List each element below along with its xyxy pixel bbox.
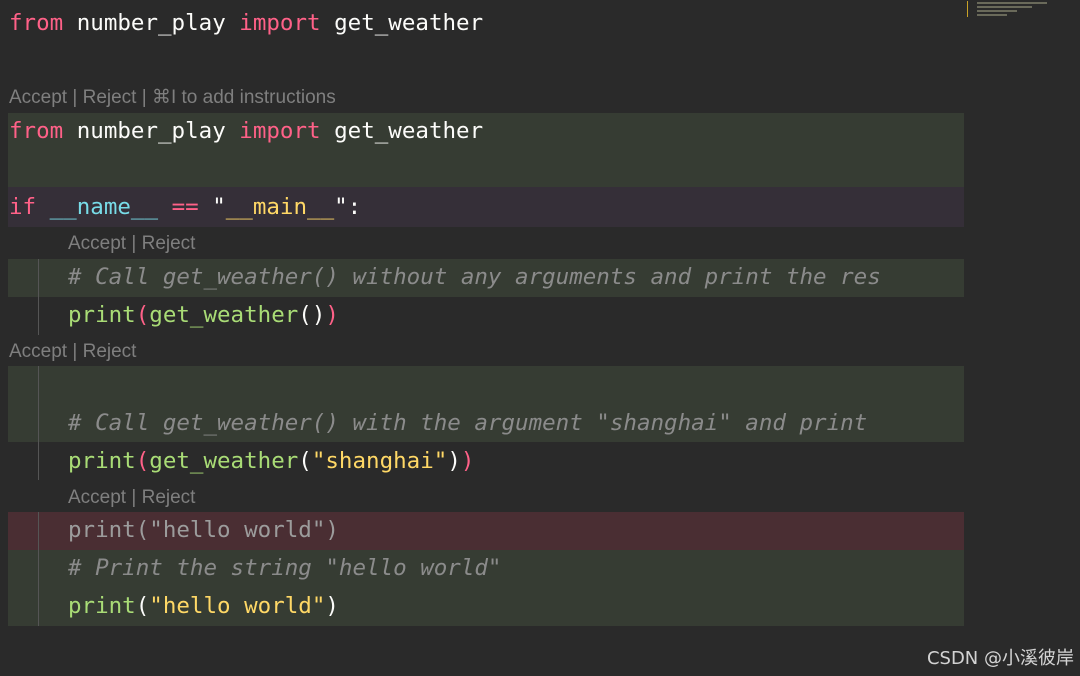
hunk-3-actions: Accept | Reject	[68, 487, 196, 508]
hunk-1-actions: Accept | Reject	[68, 233, 196, 254]
code-editor: from number_play import get_weather Acce…	[0, 0, 1080, 676]
minimap-change-marker	[967, 1, 968, 17]
code-line-import[interactable]: from number_play import get_weather	[9, 112, 483, 150]
edit-prompt-bar: Accept | Reject | ⌘I to add instructions	[9, 87, 336, 108]
reject-all-button[interactable]: Reject	[83, 87, 137, 108]
minimap-line	[977, 2, 1047, 4]
hunk-1-accept-button[interactable]: Accept	[68, 233, 126, 254]
code-line-comment-3[interactable]: # Print the string "hello world"	[68, 549, 501, 587]
code-line-comment-1[interactable]: # Call get_weather() without any argumen…	[68, 258, 963, 296]
code-line-if-main[interactable]: if __name__ == "__main__":	[9, 188, 361, 226]
add-instructions-button[interactable]: ⌘I to add instructions	[152, 87, 336, 108]
code-line-comment-2[interactable]: # Call get_weather() with the argument "…	[68, 404, 963, 442]
accept-all-button[interactable]: Accept	[9, 87, 67, 108]
minimap-line	[977, 10, 1017, 12]
indent-guide	[38, 259, 39, 335]
hunk-2-reject-button[interactable]: Reject	[83, 341, 137, 362]
indent-guide	[38, 366, 39, 480]
hunk-3-accept-button[interactable]: Accept	[68, 487, 126, 508]
hunk-2-accept-button[interactable]: Accept	[9, 341, 67, 362]
code-line-import-original[interactable]: from number_play import get_weather	[9, 4, 483, 42]
minimap-line	[977, 14, 1007, 16]
code-line-print-2[interactable]: print(get_weather("shanghai"))	[68, 442, 474, 480]
hunk-1-reject-button[interactable]: Reject	[142, 233, 196, 254]
minimap[interactable]	[965, 0, 1080, 40]
minimap-line	[977, 6, 1032, 8]
hunk-3-reject-button[interactable]: Reject	[142, 487, 196, 508]
indent-guide	[38, 512, 39, 626]
code-line-print-1[interactable]: print(get_weather())	[68, 296, 339, 334]
watermark: CSDN @小溪彼岸	[926, 648, 1074, 669]
hunk-2-actions: Accept | Reject	[9, 341, 137, 362]
code-line-removed[interactable]: print("hello world")	[68, 511, 339, 549]
code-line-print-3[interactable]: print("hello world")	[68, 587, 339, 625]
